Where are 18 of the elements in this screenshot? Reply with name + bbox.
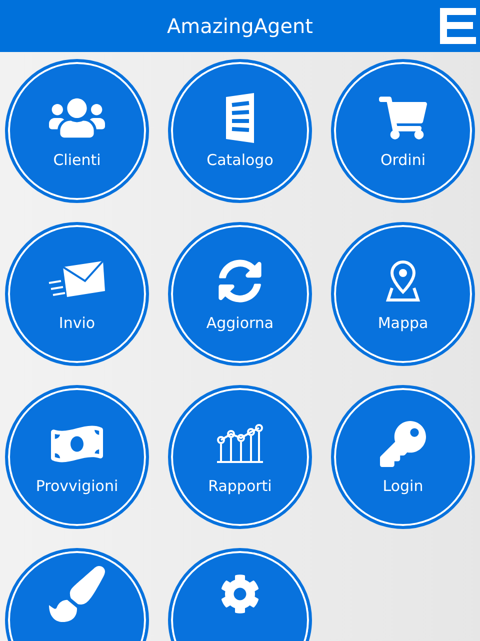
menu-tile[interactable]: Mappa — [331, 222, 475, 366]
menu-tile[interactable]: Clienti — [5, 59, 149, 203]
settings-icon — [220, 574, 260, 614]
menu-tile[interactable]: Aggiorna — [168, 222, 312, 366]
menu-tile[interactable]: Rapporti — [168, 385, 312, 529]
menu-tile[interactable]: Provvigioni — [5, 385, 149, 529]
shopping-cart-icon — [379, 94, 427, 142]
menu-tile[interactable]: Ordini — [331, 59, 475, 203]
line-chart-icon — [215, 424, 265, 464]
menu-icon — [440, 8, 476, 44]
menu-tile[interactable]: Invio — [5, 222, 149, 366]
menu-tile[interactable]: Login — [331, 385, 475, 529]
app-title: AmazingAgent — [166, 14, 314, 38]
key-icon — [380, 421, 426, 467]
menu-button[interactable] — [440, 8, 476, 44]
menu-tile[interactable]: Catalogo — [168, 59, 312, 203]
paintbrush-icon — [49, 566, 105, 622]
refresh-icon — [218, 259, 262, 303]
